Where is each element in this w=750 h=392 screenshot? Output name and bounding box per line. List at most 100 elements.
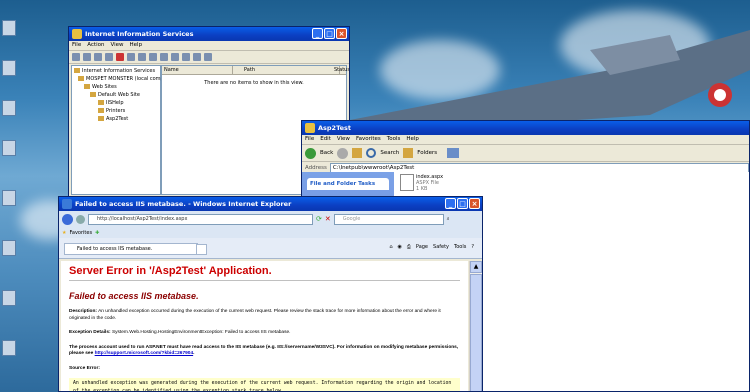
refresh-icon[interactable]: ⟳ [316, 215, 322, 223]
folders-icon[interactable] [403, 148, 414, 158]
tree-item-computer[interactable]: MOSPET MONSTER (local compu [78, 76, 167, 82]
forward-arrow-icon[interactable] [337, 147, 349, 159]
minimize-button[interactable]: _ [445, 198, 456, 209]
forward-arrow-icon[interactable] [76, 214, 85, 224]
iis-tree-pane: Internet Information Services MOSPET MON… [71, 65, 167, 195]
ie-title: Failed to access IIS metabase. - Windows… [75, 200, 292, 208]
iis-menubar: File Action View Help [69, 41, 349, 51]
menu-action[interactable]: Action [87, 41, 104, 50]
pause-icon[interactable] [204, 53, 212, 61]
source-error-code: An unhandled exception was generated dur… [69, 378, 460, 391]
scroll-thumb[interactable] [470, 274, 482, 391]
menu-edit[interactable]: Edit [320, 135, 331, 144]
aspx-file-icon[interactable] [400, 174, 414, 191]
search-button[interactable]: Search [380, 150, 399, 156]
scroll-up-button[interactable]: ▲ [470, 261, 482, 273]
menu-file[interactable]: File [72, 41, 81, 50]
menu-help[interactable]: Help [130, 41, 143, 50]
delete-icon[interactable] [116, 53, 124, 61]
desktop-icon[interactable] [2, 290, 16, 306]
add-favorite-icon[interactable]: ✚ [95, 230, 99, 236]
back-arrow-icon[interactable] [305, 147, 316, 159]
star-icon[interactable]: ★ [62, 230, 66, 236]
safety-menu[interactable]: Safety [433, 244, 449, 250]
search-icon[interactable] [366, 148, 377, 158]
folder-icon [98, 108, 104, 113]
forward-arrow-icon[interactable] [83, 53, 91, 61]
kb-link[interactable]: http://support.microsoft.com/?kbid=26790… [95, 351, 194, 356]
ie-window: Failed to access IIS metabase. - Windows… [58, 196, 483, 392]
menu-view[interactable]: View [337, 135, 350, 144]
tools-menu[interactable]: Tools [454, 244, 466, 250]
export-icon[interactable] [149, 53, 157, 61]
properties-icon[interactable] [127, 53, 135, 61]
maximize-button[interactable]: □ [324, 28, 335, 39]
menu-view[interactable]: View [110, 41, 123, 50]
page-menu[interactable]: Page [416, 244, 428, 250]
play-icon[interactable] [182, 53, 190, 61]
back-arrow-icon[interactable] [62, 213, 73, 225]
computer-icon [78, 76, 84, 81]
column-name[interactable]: Name [162, 66, 233, 74]
home-icon[interactable]: ⌂ [389, 244, 392, 250]
exception-details: Exception Details: System.Web.Hosting.Ho… [69, 330, 460, 337]
tab-error-page[interactable]: Failed to access IIS metabase. [64, 243, 198, 255]
computer-icon[interactable] [171, 53, 179, 61]
help-icon[interactable]: ? [471, 244, 474, 250]
search-input[interactable]: Google [333, 213, 444, 225]
tree-item-asp2test[interactable]: Asp2Test [98, 116, 128, 122]
ie-nav-bar: http://localhost/Asp2Test/index.aspx ⟳ ✕… [59, 211, 482, 227]
tree-item-websites[interactable]: Web Sites [84, 84, 117, 90]
folders-button[interactable]: Folders [417, 150, 437, 156]
desktop-icon[interactable] [2, 190, 16, 206]
vertical-scrollbar[interactable]: ▲ [469, 261, 482, 391]
print-icon[interactable]: ⎙ [407, 244, 411, 250]
menu-file[interactable]: File [305, 135, 314, 144]
stop-icon[interactable] [193, 53, 201, 61]
tree-item-iishelp[interactable]: IISHelp [98, 100, 124, 106]
description-text: An unhandled exception occurred during t… [69, 309, 441, 321]
explorer-titlebar[interactable]: Asp2Test [302, 121, 749, 135]
back-button[interactable]: Back [320, 150, 333, 156]
iis-icon [74, 68, 80, 73]
column-status[interactable]: Status [332, 66, 349, 74]
menu-favorites[interactable]: Favorites [356, 135, 381, 144]
favorites-button[interactable]: Favorites [69, 230, 92, 236]
minimize-button[interactable]: _ [312, 28, 323, 39]
ie-titlebar[interactable]: Failed to access IIS metabase. - Windows… [59, 197, 482, 211]
menu-tools[interactable]: Tools [387, 135, 401, 144]
file-folder-tasks-header[interactable]: File and Folder Tasks [307, 178, 389, 190]
refresh-icon[interactable] [138, 53, 146, 61]
search-icon[interactable]: ⌕ [447, 216, 450, 222]
close-button[interactable]: × [336, 28, 347, 39]
desktop-icon[interactable] [2, 20, 16, 36]
close-button[interactable]: × [469, 198, 480, 209]
address-input[interactable]: C:\Inetpub\wwwroot\Asp2Test [329, 162, 749, 173]
url-input[interactable]: http://localhost/Asp2Test/index.aspx [88, 213, 313, 225]
desktop-icon[interactable] [2, 340, 16, 356]
stop-icon[interactable]: ✕ [325, 215, 331, 223]
new-tab-button[interactable] [196, 244, 207, 255]
tree-item-root[interactable]: Internet Information Services [74, 68, 155, 74]
file-item[interactable]: index.aspx ASPX File 1 KB [416, 174, 443, 192]
iis-title: Internet Information Services [85, 30, 194, 38]
up-folder-icon[interactable] [94, 53, 102, 61]
up-folder-icon[interactable] [352, 148, 363, 158]
description-label: Description: [69, 309, 97, 314]
column-path[interactable]: Path [242, 66, 340, 74]
tree-item-printers[interactable]: Printers [98, 108, 125, 114]
views-icon[interactable] [447, 148, 460, 158]
desktop-icon[interactable] [2, 60, 16, 76]
help-icon[interactable] [160, 53, 168, 61]
desktop-icon[interactable] [2, 140, 16, 156]
desktop-icon[interactable] [2, 100, 16, 116]
menu-help[interactable]: Help [406, 135, 419, 144]
iis-titlebar[interactable]: Internet Information Services _ □ × [69, 27, 349, 41]
back-arrow-icon[interactable] [72, 53, 80, 61]
feeds-icon[interactable]: ◉ [398, 244, 402, 250]
desktop-icon[interactable] [2, 240, 16, 256]
tree-item-default-site[interactable]: Default Web Site [90, 92, 140, 98]
maximize-button[interactable]: □ [457, 198, 468, 209]
show-tree-icon[interactable] [105, 53, 113, 61]
exception-text: System.Web.Hosting.HostingEnvironmentExc… [111, 330, 291, 335]
